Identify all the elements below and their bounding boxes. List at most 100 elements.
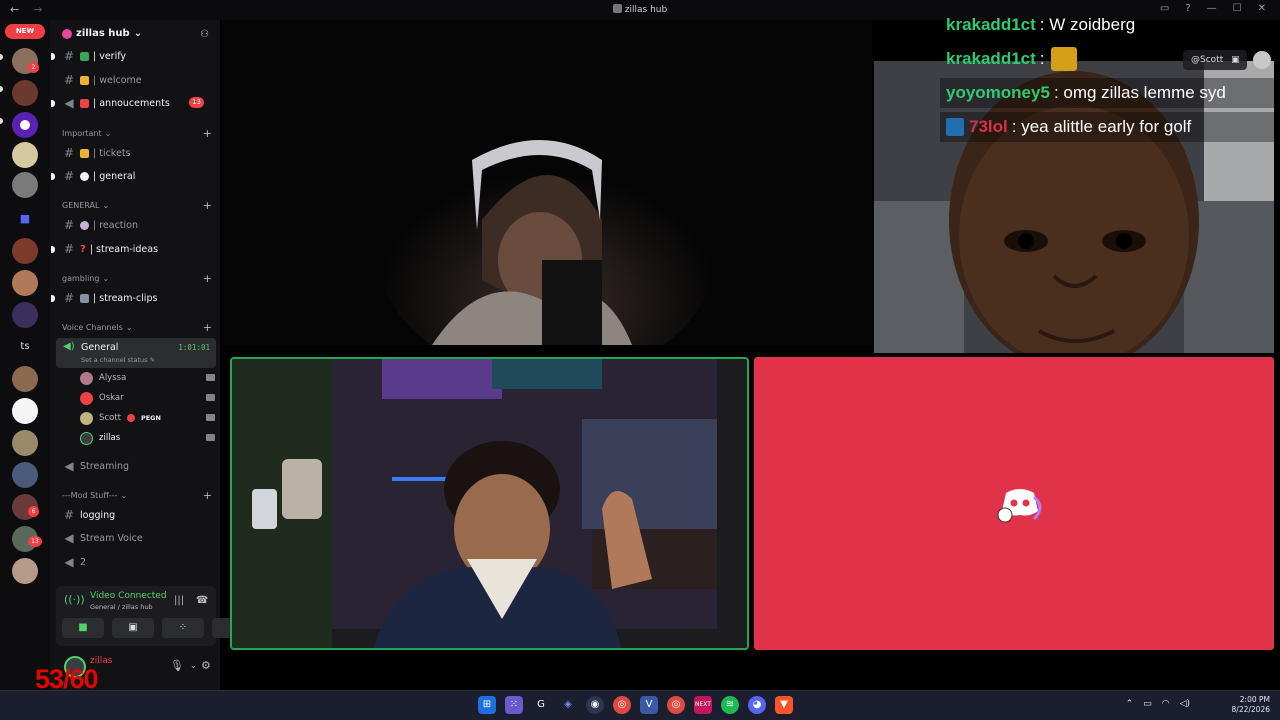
app-diamond-icon[interactable]: ◈ [559, 696, 577, 714]
voice-member[interactable]: Scott PEGN [80, 409, 215, 427]
settings-icon[interactable]: ⚙ [201, 659, 211, 672]
server-icon-4[interactable] [12, 142, 38, 168]
server-icon-12[interactable] [12, 430, 38, 456]
channel-verify[interactable]: # | verify [51, 47, 212, 65]
channel-logging[interactable]: # logging [62, 506, 212, 524]
category-mod-stuff[interactable]: ---Mod Stuff--- ⌄ + [62, 489, 212, 502]
hash-icon: # [63, 169, 75, 183]
cat-server-icon[interactable] [12, 172, 38, 198]
unread-indicator [0, 54, 3, 60]
start-icon[interactable]: ⊞ [478, 696, 496, 714]
chrome-icon-2[interactable]: ◎ [667, 696, 685, 714]
category-label: ---Mod Stuff--- [62, 491, 118, 500]
pin-emoji-icon [80, 98, 89, 108]
channel-annoucements[interactable]: ◀ | annoucements 13 [51, 94, 212, 112]
brave-icon[interactable]: ▼ [775, 696, 793, 714]
server-icon-8[interactable] [12, 302, 38, 328]
server-rail: NEW 2 ■ ts 6 13 [0, 20, 50, 690]
discord-icon[interactable]: ◕ [748, 696, 766, 714]
voice-member[interactable]: Alyssa [80, 369, 215, 387]
speaker-icon: ◀ [64, 459, 74, 473]
server-icon-2[interactable] [12, 80, 38, 106]
server-name-header[interactable]: zillas hub ⌄ [62, 28, 142, 39]
app-next-icon[interactable]: NEXT [694, 696, 712, 714]
voice-member[interactable]: Oskar [80, 389, 215, 407]
connection-channel[interactable]: General / zillas hub [90, 603, 153, 611]
speaker-icon: ◀) [63, 341, 75, 352]
channel-tickets[interactable]: # | tickets [62, 144, 212, 162]
voice-channel-streaming[interactable]: ◀ Streaming [62, 457, 212, 475]
disconnect-icon[interactable]: ☎ [196, 595, 208, 606]
category-label: GENERAL [62, 201, 100, 210]
channel-general-text[interactable]: # | general [51, 167, 212, 185]
category-important[interactable]: Important ⌄ + [62, 127, 212, 140]
volume-icon[interactable]: ◁) [1180, 699, 1190, 709]
category-gambling[interactable]: gambling ⌄ + [62, 272, 212, 285]
add-member-icon[interactable]: ⚇ [200, 29, 209, 40]
voice-channel-general[interactable]: ◀) General 1:01:01 Set a channel status … [56, 338, 216, 368]
channel-label: | stream-ideas [89, 243, 159, 255]
channel-stream-clips[interactable]: # | stream-clips [51, 289, 212, 307]
mention-badge: 13 [189, 97, 204, 108]
channel-label: | welcome [93, 74, 142, 86]
add-channel-icon[interactable]: + [203, 272, 212, 285]
voice-connection-panel: ((·)) Video Connected General / zillas h… [56, 586, 254, 646]
unread-indicator [0, 118, 3, 124]
clock-time: 2:00 PM [1239, 695, 1270, 704]
webcam-feed-room [232, 359, 747, 648]
film-emoji-icon [80, 293, 89, 303]
obs-icon[interactable]: ◉ [586, 696, 604, 714]
ts-server[interactable]: ts [12, 334, 38, 360]
camera-icon [206, 414, 215, 421]
chat-message: 73lol : yea alittle early for golf [940, 112, 1275, 142]
category-general[interactable]: GENERAL ⌄ + [62, 199, 212, 212]
chrome-icon[interactable]: ◎ [613, 696, 631, 714]
add-channel-icon[interactable]: + [203, 321, 212, 334]
video-tile-zillas[interactable] [230, 357, 749, 650]
hash-icon: # [63, 291, 75, 305]
server-mention-badge: 6 [28, 506, 39, 517]
channel-stream-ideas[interactable]: # ? | stream-ideas [51, 240, 212, 258]
camera-button[interactable]: ■ [62, 618, 104, 638]
video-tile-scott[interactable] [754, 357, 1274, 650]
chevron-up-icon[interactable]: ⌃ [1126, 699, 1134, 709]
video-tile-alyssa[interactable] [222, 20, 872, 345]
app-g-icon[interactable]: G [532, 696, 550, 714]
folder-icon[interactable]: ■ [12, 206, 38, 232]
server-icon-16[interactable] [12, 558, 38, 584]
add-channel-icon[interactable]: + [203, 127, 212, 140]
voice-channel-2[interactable]: ◀ 2 [62, 553, 212, 571]
signal-icon[interactable]: ((·)) [64, 593, 85, 613]
member-name: zillas [99, 433, 121, 443]
server-icon-11[interactable] [12, 398, 38, 424]
clock[interactable]: 2:00 PM 8/22/2026 [1232, 695, 1270, 715]
server-logo-icon [62, 28, 72, 39]
eye-server-icon[interactable] [12, 112, 38, 138]
add-channel-icon[interactable]: + [203, 489, 212, 502]
voice-member[interactable]: zillas [80, 429, 215, 447]
voice-channel-stream-voice[interactable]: ◀ Stream Voice [62, 529, 212, 547]
set-channel-status[interactable]: Set a channel status ✎ [81, 356, 155, 364]
server-icon-13[interactable] [12, 462, 38, 488]
app-tray-icon[interactable]: ▭ [1143, 699, 1152, 709]
server-icon-10[interactable] [12, 366, 38, 392]
channel-label: | tickets [93, 147, 131, 159]
spotify-icon[interactable]: ≋ [721, 696, 739, 714]
wifi-icon[interactable]: ◠ [1162, 699, 1170, 709]
category-voice-channels[interactable]: Voice Channels ⌄ + [62, 321, 212, 334]
channel-welcome[interactable]: # | welcome [62, 71, 212, 89]
server-icon-7[interactable] [12, 270, 38, 296]
server-icon-6[interactable] [12, 238, 38, 264]
noise-suppression-icon[interactable]: ||| [174, 595, 184, 606]
activities-button[interactable]: ⁘ [162, 618, 204, 638]
voice-channel-name: General [81, 342, 119, 353]
add-channel-icon[interactable]: + [203, 199, 212, 212]
new-badge[interactable]: NEW [5, 24, 45, 39]
microphone-icon[interactable]: 🎙 [170, 659, 184, 672]
hash-icon: # [63, 49, 75, 63]
apps-grid-icon[interactable]: ⁙ [505, 696, 523, 714]
chevron-down-icon[interactable]: ⌄ [190, 661, 197, 670]
channel-reaction[interactable]: # | reaction [62, 216, 212, 234]
app-vs-icon[interactable]: V [640, 696, 658, 714]
screen-share-button[interactable]: ▣ [112, 618, 154, 638]
